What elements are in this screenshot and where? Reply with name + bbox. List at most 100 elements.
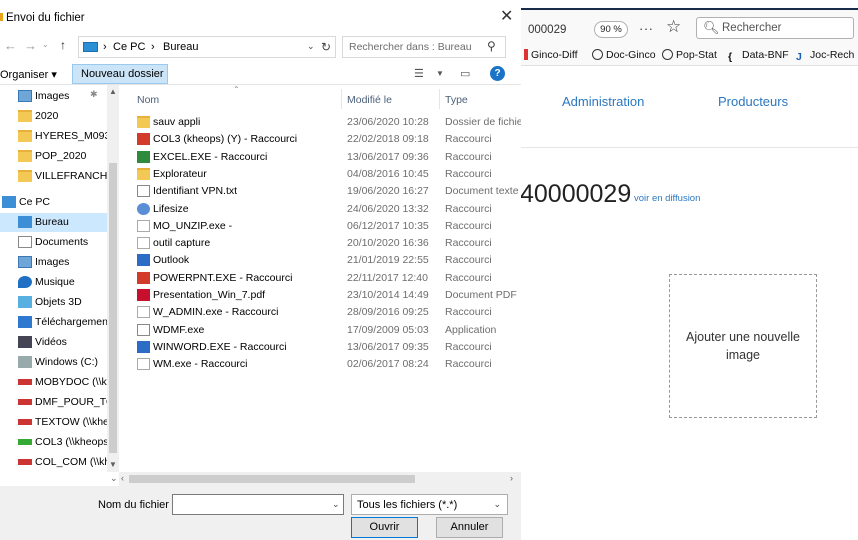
scroll-down-icon[interactable]: ⌄ (110, 473, 118, 484)
url-bar[interactable]: 000029 (528, 24, 566, 36)
zoom-level-badge[interactable]: 90 % (594, 21, 628, 38)
file-name: Outlook (153, 254, 190, 267)
nav-item-label: Téléchargement (35, 316, 107, 328)
file-modified-date: 19/06/2020 16:27 (347, 185, 429, 198)
navigation-scrollbar[interactable]: ▲ ▼ (107, 85, 119, 472)
nav-item-vid-os[interactable]: Vidéos (0, 333, 107, 352)
page-actions-menu-icon[interactable]: ··· (639, 21, 654, 36)
organize-menu-button[interactable]: Organiser ▾ (0, 68, 57, 81)
back-arrow-icon[interactable]: ← (4, 38, 17, 53)
scroll-down-icon[interactable]: ▼ (109, 460, 117, 469)
up-arrow-icon[interactable]: ↑ (60, 38, 66, 52)
column-separator[interactable] (341, 89, 342, 109)
nav-item-villefranche[interactable]: VILLEFRANCHE- (0, 167, 107, 186)
nav-item-mobydoc-kh[interactable]: MOBYDOC (\\kh (0, 373, 107, 392)
open-button[interactable]: Ouvrir (351, 517, 418, 538)
nav-administration[interactable]: Administration (562, 94, 644, 109)
file-row[interactable]: COL3 (kheops) (Y) - Raccourci 22/02/2018 … (119, 132, 521, 147)
breadcrumb-ce-pc[interactable]: Ce PC (113, 41, 145, 53)
file-row[interactable]: WDMF.exe 17/09/2009 05:03 Application (119, 323, 521, 338)
file-row[interactable]: Presentation_Win_7.pdf 23/10/2014 14:49 Do… (119, 288, 521, 303)
file-row[interactable]: sauv appli 23/06/2020 10:28 Dossier de fic… (119, 115, 521, 130)
search-icon: 🔍︎ (703, 20, 720, 35)
nav-item-windows-c[interactable]: Windows (C:) (0, 353, 107, 372)
file-row[interactable]: WINWORD.EXE - Raccourci 13/06/2017 09:35 R… (119, 340, 521, 355)
chevron-down-icon[interactable]: ▼ (436, 69, 444, 78)
nav-item-images[interactable]: Images (0, 253, 107, 272)
file-upload-dialog: Envoi du fichier ✕ ← → ⌄ ↑ › Ce PC › Bur… (0, 0, 521, 540)
bookmark-pop-stat[interactable]: Pop-Stat (662, 49, 717, 61)
file-type: Raccourci (445, 306, 492, 319)
file-modified-date: 02/06/2017 08:24 (347, 358, 429, 371)
bookmark-joc-rech[interactable]: J Joc-Rech (796, 49, 854, 63)
scroll-left-icon[interactable]: ‹ (121, 473, 124, 483)
nav-item-textow-khec[interactable]: TEXTOW (\\khec (0, 413, 107, 432)
file-row[interactable]: Lifesize 24/06/2020 13:32 Raccourci (119, 202, 521, 217)
refresh-icon[interactable]: ↻ (321, 40, 331, 54)
column-header-name[interactable]: Nom (137, 94, 159, 106)
bookmark-doc-ginco[interactable]: Doc-Ginco (592, 49, 656, 61)
nav-item-col-com-kh[interactable]: COL_COM (\\kh (0, 453, 107, 472)
folder-search-input[interactable]: Rechercher dans : Bureau ⚲ (342, 36, 506, 58)
file-row[interactable]: Identifiant VPN.txt 19/06/2020 16:27 Docum… (119, 184, 521, 199)
nav-item-col3-kheops[interactable]: COL3 (\\kheops) (0, 433, 107, 452)
nav-item-pop-2020[interactable]: POP_2020 (0, 147, 107, 166)
forward-arrow-icon[interactable]: → (24, 38, 37, 53)
explorer-icon (137, 167, 150, 180)
nav-item-objets-3d[interactable]: Objets 3D (0, 293, 107, 312)
new-folder-button[interactable]: Nouveau dossier (72, 64, 168, 84)
file-row[interactable]: Outlook 21/01/2019 22:55 Raccourci (119, 253, 521, 268)
nav-producteurs[interactable]: Producteurs (718, 94, 788, 109)
help-icon[interactable]: ? (490, 66, 505, 81)
nav-item-hyeres-m0937[interactable]: HYERES_M0937 (0, 127, 107, 146)
scroll-thumb[interactable] (129, 475, 415, 483)
file-row[interactable]: W_ADMIN.exe - Raccourci 28/09/2016 09:25 R… (119, 305, 521, 320)
address-bar[interactable]: › Ce PC › Bureau ⌄ ↻ (78, 36, 336, 58)
navigation-pane[interactable]: Images 2020 HYERES_M0937 POP_2020 VILLEFRANC… (0, 85, 119, 472)
file-type-select[interactable]: Tous les fichiers (*.*) ⌄ (351, 494, 508, 515)
chevron-down-icon[interactable]: ⌄ (307, 41, 315, 52)
preview-pane-icon[interactable]: ▭ (460, 67, 470, 80)
breadcrumb-bureau[interactable]: Bureau (163, 41, 198, 53)
file-type: Raccourci (445, 358, 492, 371)
nav-item-bureau[interactable]: Bureau (0, 213, 107, 232)
scroll-right-icon[interactable]: › (510, 473, 513, 483)
file-row[interactable]: Explorateur 04/08/2016 10:45 Raccourci (119, 167, 521, 182)
nav-item-dmf-pour-tou[interactable]: DMF_POUR_TOU (0, 393, 107, 412)
nav-item-documents[interactable]: Documents (0, 233, 107, 252)
nav-item-label: Vidéos (35, 336, 67, 348)
bookmark-j-icon: J (796, 51, 802, 63)
pin-icon[interactable]: ✱ (90, 89, 98, 100)
file-row[interactable]: MO_UNZIP.exe - 06/12/2017 10:35 Raccourci (119, 219, 521, 234)
browser-search-input[interactable]: 🔍︎ Rechercher (696, 17, 854, 39)
bookmark-ginco-diff[interactable]: Ginco-Diff (524, 49, 578, 61)
add-image-dropzone[interactable]: Ajouter une nouvelle image (669, 274, 817, 418)
scroll-thumb[interactable] (109, 163, 117, 453)
file-name: Explorateur (153, 167, 207, 180)
file-modified-date: 21/01/2019 22:55 (347, 254, 429, 267)
file-row[interactable]: POWERPNT.EXE - Raccourci 22/11/2017 12:40… (119, 271, 521, 286)
file-row[interactable]: EXCEL.EXE - Raccourci 13/06/2017 09:36 Rac… (119, 150, 521, 165)
column-header-modified[interactable]: Modifié le (347, 94, 392, 106)
bookmark-star-icon[interactable]: ☆ (666, 17, 681, 37)
cancel-button[interactable]: Annuler (436, 517, 503, 538)
nav-item-2020[interactable]: 2020 (0, 107, 107, 126)
nav-item-ce-pc[interactable]: Ce PC (0, 193, 107, 212)
scroll-up-icon[interactable]: ▲ (109, 87, 117, 96)
horizontal-scrollbar[interactable]: ‹ › (119, 472, 521, 486)
view-options-icon[interactable]: ☰ (414, 67, 424, 80)
file-modified-date: 22/02/2018 09:18 (347, 133, 429, 146)
column-separator[interactable] (439, 89, 440, 109)
file-list[interactable]: ⌃ Nom Modifié le Type sauv appli 23/06/20… (119, 85, 521, 472)
close-icon[interactable]: ✕ (500, 6, 513, 26)
nav-item-musique[interactable]: Musique (0, 273, 107, 292)
nav-item-label: DMF_POUR_TOU (35, 396, 107, 408)
column-header-type[interactable]: Type (445, 94, 468, 106)
file-row[interactable]: outil capture 20/10/2020 16:36 Raccourci (119, 236, 521, 251)
recent-locations-icon[interactable]: ⌄ (42, 40, 49, 49)
bookmark-data-bnf[interactable]: {Data-BNF (728, 49, 789, 63)
nav-item-t-l-chargement[interactable]: Téléchargement (0, 313, 107, 332)
file-row[interactable]: WM.exe - Raccourci 02/06/2017 08:24 Raccou… (119, 357, 521, 372)
view-in-diffusion-link[interactable]: voir en diffusion (634, 193, 700, 204)
filename-input[interactable] (172, 494, 344, 515)
